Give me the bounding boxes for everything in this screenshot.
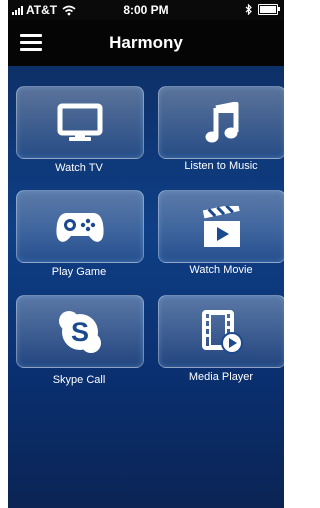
film-play-icon <box>202 309 243 354</box>
svg-text:S: S <box>71 317 89 347</box>
bluetooth-icon <box>245 4 252 15</box>
watch-movie-button[interactable] <box>158 190 284 263</box>
status-right <box>245 4 280 15</box>
media-player-button[interactable] <box>158 295 284 368</box>
media-player-label: Media Player <box>188 371 254 383</box>
header-bar: Harmony <box>8 20 284 66</box>
tv-icon <box>57 103 103 141</box>
play-game-label: Play Game <box>51 266 107 278</box>
skype-icon: S <box>59 310 101 353</box>
watch-tv-button[interactable] <box>16 86 144 159</box>
watch-tv-label: Watch TV <box>55 162 103 174</box>
page-title: Harmony <box>109 33 183 52</box>
skype-call-button[interactable]: S <box>16 295 144 368</box>
phone-screen: AT&T 8:00 PM Harmony Watch TV Listen to … <box>8 0 284 508</box>
listen-to-music-label: Listen to Music <box>184 160 258 172</box>
gamepad-icon <box>56 212 104 242</box>
listen-to-music-button[interactable] <box>158 86 284 159</box>
battery-icon <box>258 4 280 15</box>
play-game-button[interactable] <box>16 190 144 263</box>
status-bar: AT&T 8:00 PM <box>8 0 284 20</box>
watch-movie-label: Watch Movie <box>189 264 253 276</box>
music-note-icon <box>205 101 239 142</box>
status-time: 8:00 PM <box>123 3 169 17</box>
clapperboard-icon <box>202 205 240 247</box>
skype-call-label: Skype Call <box>52 374 106 386</box>
